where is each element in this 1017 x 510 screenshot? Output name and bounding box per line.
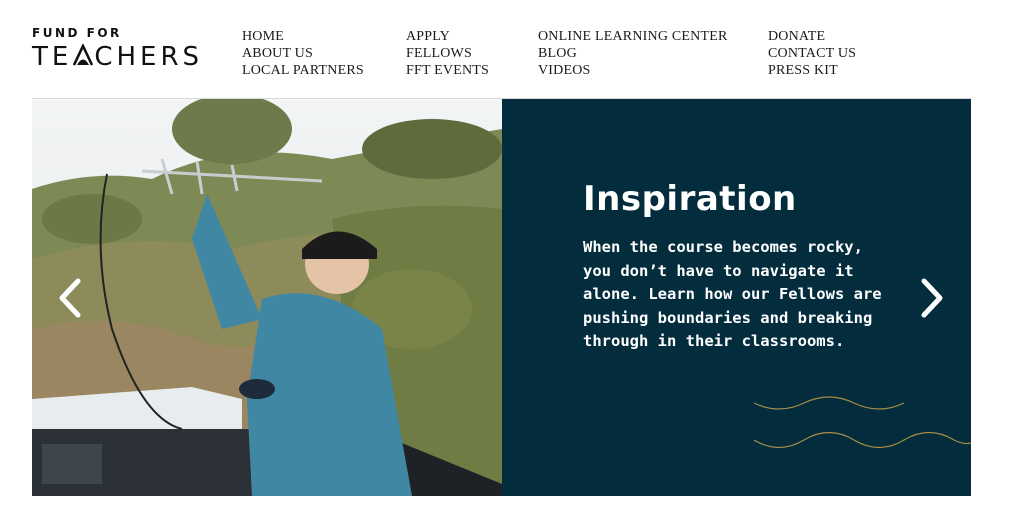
nav-link-local-partners[interactable]: LOCAL PARTNERS xyxy=(242,62,364,79)
photo-illustration xyxy=(32,99,502,496)
nav-link-apply[interactable]: APPLY xyxy=(406,28,489,45)
nav-link-home[interactable]: HOME xyxy=(242,28,364,45)
logo-triangle-icon xyxy=(73,44,94,66)
nav-link-fft-events[interactable]: FFT EVENTS xyxy=(406,62,489,79)
logo-wordmark-right: CHERS xyxy=(94,42,204,72)
nav-link-fellows[interactable]: FELLOWS xyxy=(406,45,489,62)
wave-decoration xyxy=(754,396,971,449)
nav-column-4: DONATE CONTACT US PRESS KIT xyxy=(768,28,856,79)
logo-wordmark: TE CHERS xyxy=(32,42,203,72)
chevron-right-icon xyxy=(921,278,943,318)
nav-link-blog[interactable]: BLOG xyxy=(538,45,727,62)
logo-top-text: FUND FOR xyxy=(32,26,122,40)
nav-link-donate[interactable]: DONATE xyxy=(768,28,856,45)
logo-wordmark-left: TE xyxy=(32,42,73,72)
slide-title: Inspiration xyxy=(583,179,797,219)
nav-column-3: ONLINE LEARNING CENTER BLOG VIDEOS xyxy=(538,28,727,79)
nav-column-2: APPLY FELLOWS FFT EVENTS xyxy=(406,28,489,79)
slide-body: When the course becomes rocky, you don’t… xyxy=(583,238,882,350)
hero-carousel: Inspiration When the course becomes rock… xyxy=(32,99,971,496)
nav-link-press-kit[interactable]: PRESS KIT xyxy=(768,62,856,79)
nav-link-videos[interactable]: VIDEOS xyxy=(538,62,727,79)
content-panel: Inspiration When the course becomes rock… xyxy=(502,99,971,496)
prev-slide-button[interactable] xyxy=(50,273,90,323)
logo[interactable]: FUND FOR TE CHERS xyxy=(32,26,222,76)
teacher-with-antenna-photo xyxy=(32,99,502,496)
chevron-left-icon xyxy=(59,278,81,318)
nav-link-contact-us[interactable]: CONTACT US xyxy=(768,45,856,62)
nav-link-about-us[interactable]: ABOUT US xyxy=(242,45,364,62)
nav-link-online-learning-center[interactable]: ONLINE LEARNING CENTER xyxy=(538,28,727,45)
nav-column-1: HOME ABOUT US LOCAL PARTNERS xyxy=(242,28,364,79)
next-slide-button[interactable] xyxy=(912,273,952,323)
